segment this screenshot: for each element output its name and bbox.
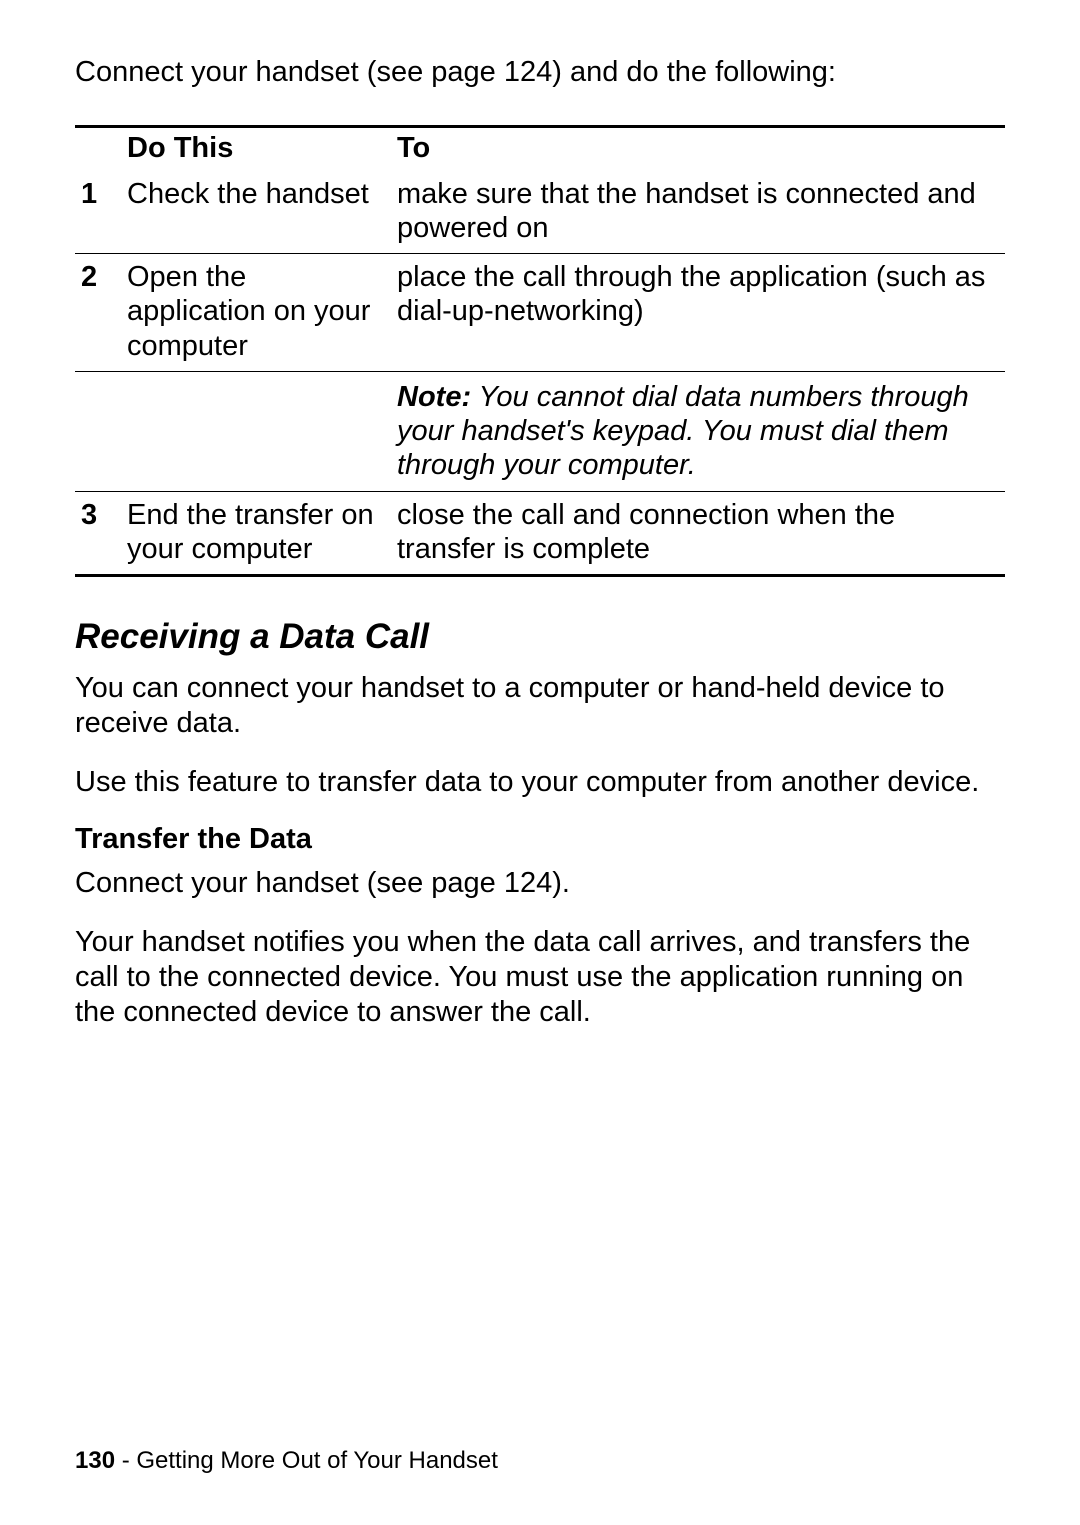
- step-number: 2: [75, 254, 117, 372]
- step-number: 1: [75, 171, 117, 254]
- body-paragraph: Your handset notifies you when the data …: [75, 925, 1005, 1029]
- note-label: Note:: [397, 381, 471, 413]
- table-row: 3 End the transfer on your computer clos…: [75, 491, 1005, 575]
- instruction-table: Do This To 1 Check the handset make sure…: [75, 125, 1005, 577]
- table-row: 1 Check the handset make sure that the h…: [75, 171, 1005, 254]
- body-paragraph: Use this feature to transfer data to you…: [75, 765, 1005, 800]
- table-note-row: Note: You cannot dial data numbers throu…: [75, 371, 1005, 491]
- step-note: Note: You cannot dial data numbers throu…: [387, 371, 1005, 491]
- body-paragraph: You can connect your handset to a comput…: [75, 671, 1005, 741]
- body-paragraph: Connect your handset (see page 124).: [75, 866, 1005, 901]
- header-do-this: Do This: [117, 126, 387, 171]
- header-num: [75, 126, 117, 171]
- step-action: Check the handset: [117, 171, 387, 254]
- footer-title: Getting More Out of Your Handset: [136, 1447, 498, 1474]
- footer-sep: -: [115, 1447, 136, 1474]
- note-text: You cannot dial data numbers through you…: [397, 381, 969, 481]
- step-result: place the call through the application (…: [387, 254, 1005, 372]
- step-result: close the call and connection when the t…: [387, 491, 1005, 575]
- step-action: End the transfer on your computer: [117, 491, 387, 575]
- page-number: 130: [75, 1447, 115, 1474]
- step-number: 3: [75, 491, 117, 575]
- step-action: Open the application on your computer: [117, 254, 387, 372]
- section-heading: Receiving a Data Call: [75, 617, 1005, 657]
- table-row: 2 Open the application on your computer …: [75, 254, 1005, 372]
- subsection-heading: Transfer the Data: [75, 823, 1005, 856]
- page-footer: 130 - Getting More Out of Your Handset: [75, 1447, 498, 1475]
- step-result: make sure that the handset is connected …: [387, 171, 1005, 254]
- header-to: To: [387, 126, 1005, 171]
- intro-paragraph: Connect your handset (see page 124) and …: [75, 55, 1005, 90]
